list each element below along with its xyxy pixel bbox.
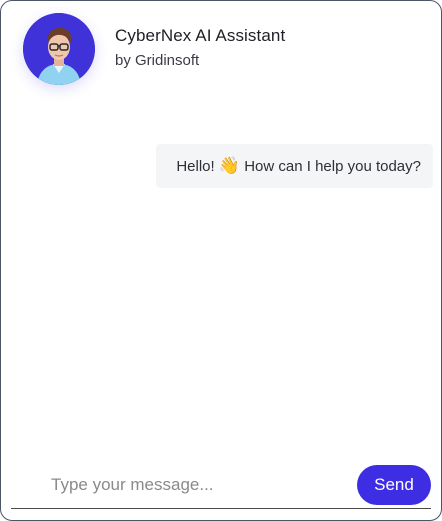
- message-text-end: How can I help you today?: [240, 158, 421, 175]
- send-button[interactable]: Send: [357, 465, 431, 505]
- message-text-start: Hello!: [176, 158, 219, 175]
- assistant-subtitle: by Gridinsoft: [115, 51, 200, 69]
- waving-hand-emoji: 👋: [218, 156, 241, 175]
- assistant-message-bubble: Hello! 👋 How can I help you today?: [156, 144, 433, 188]
- robot-avatar-icon: [23, 13, 95, 85]
- assistant-title: CyberNex AI Assistant: [115, 25, 286, 45]
- header-titles: CyberNex AI Assistant by Gridinsoft: [115, 26, 285, 69]
- message-composer: Send: [11, 464, 431, 509]
- chat-window: CyberNex AI Assistant by Gridinsoft Hell…: [0, 0, 442, 521]
- chat-header: CyberNex AI Assistant by Gridinsoft: [23, 13, 285, 85]
- assistant-avatar: [23, 13, 95, 85]
- message-input[interactable]: [11, 464, 341, 506]
